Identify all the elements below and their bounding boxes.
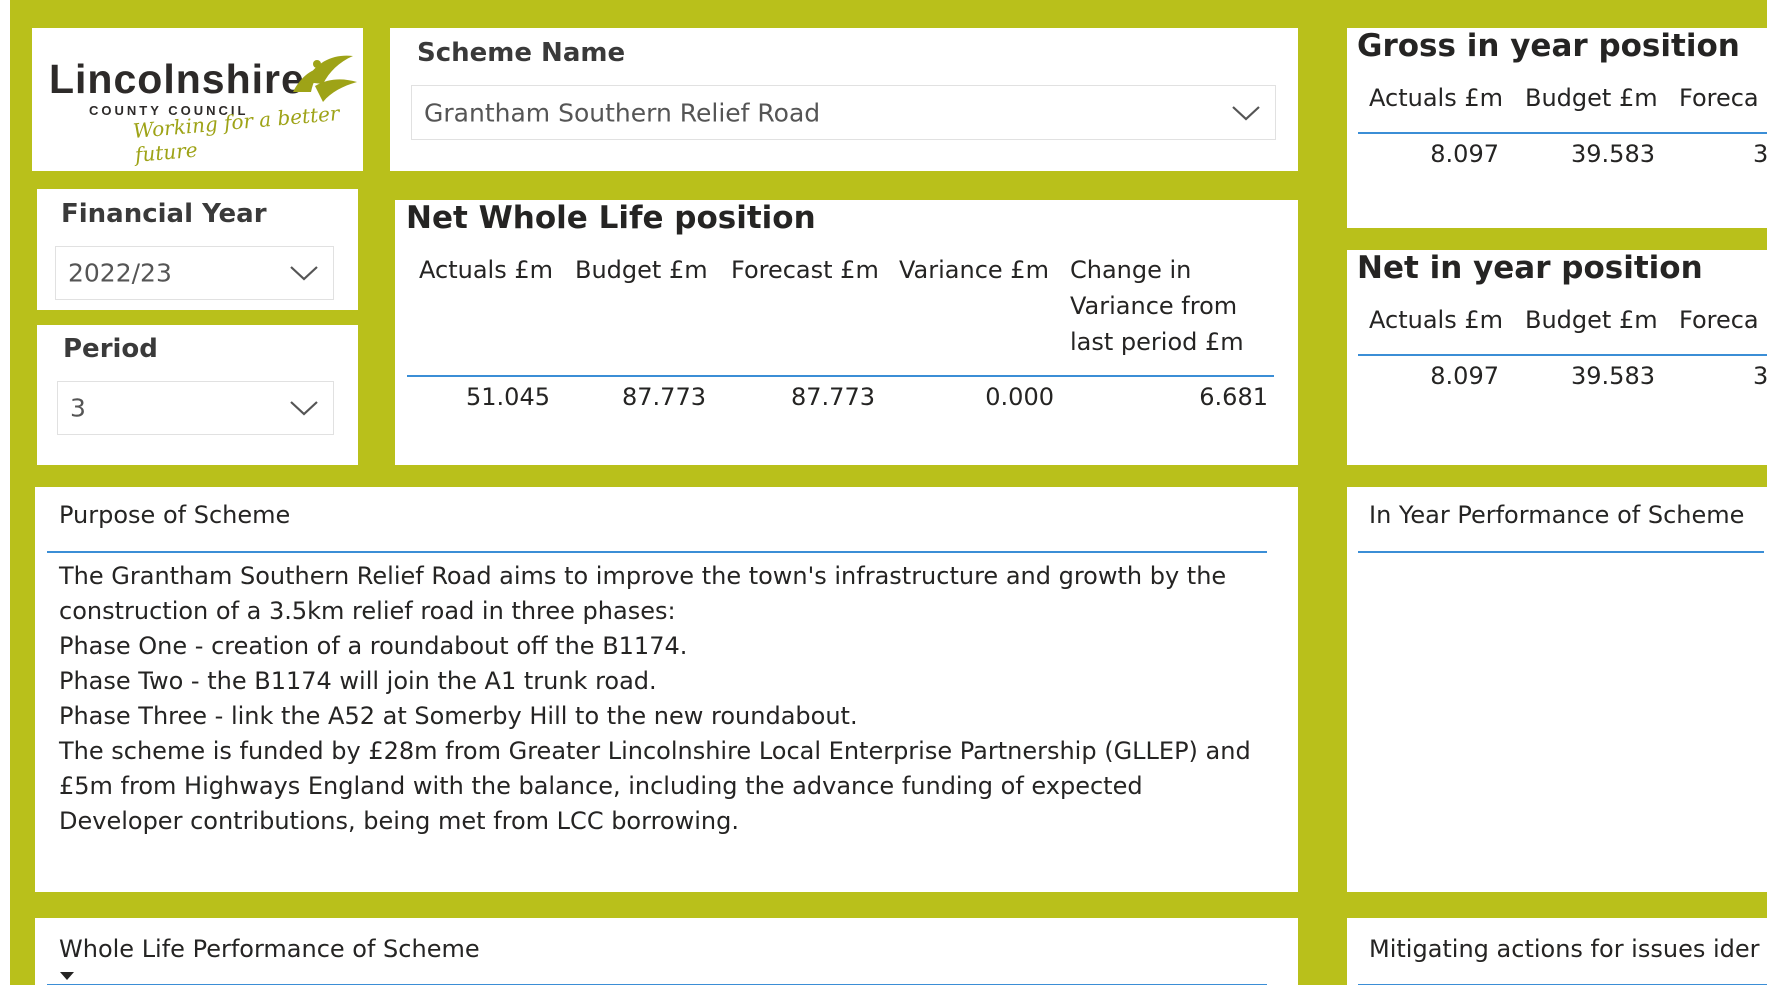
value-variance: 0.000	[985, 383, 1054, 411]
net-whole-life-card: Net Whole Life position Actuals £m Budge…	[395, 200, 1298, 465]
drop-down-arrow-icon[interactable]	[60, 972, 74, 980]
financial-year-value: 2022/23	[68, 258, 172, 288]
whole-life-performance-title: Whole Life Performance of Scheme	[59, 935, 480, 963]
purpose-line: Developer contributions, being met from …	[59, 807, 739, 835]
purpose-line: The scheme is funded by £28m from Greate…	[59, 737, 1251, 765]
header-actuals: Actuals £m	[1369, 306, 1503, 334]
header-variance: Variance £m	[899, 256, 1049, 284]
financial-year-dropdown[interactable]: 2022/23	[55, 246, 334, 300]
header-budget: Budget £m	[575, 256, 708, 284]
value-forecast: 3	[1753, 140, 1767, 168]
logo-card: Lincolnshire COUNTY COUNCIL Working for …	[32, 28, 363, 171]
gross-in-year-card: Gross in year position Actuals £m Budget…	[1347, 28, 1767, 228]
table-header-rule	[1358, 354, 1767, 356]
value-budget: 39.583	[1571, 362, 1655, 390]
header-change-line2: Variance from	[1070, 292, 1238, 320]
imp-emblem-icon	[293, 55, 357, 102]
period-title: Period	[63, 334, 158, 364]
purpose-line: Phase Three - link the A52 at Somerby Hi…	[59, 702, 858, 730]
header-forecast: Forecast £m	[731, 256, 879, 284]
scheme-name-title: Scheme Name	[417, 38, 626, 68]
financial-year-title: Financial Year	[61, 199, 267, 229]
title-rule	[47, 551, 1267, 553]
chevron-down-icon	[1232, 105, 1260, 120]
value-forecast: 3	[1753, 362, 1767, 390]
period-value: 3	[70, 393, 86, 423]
purpose-line: Phase One - creation of a roundabout off…	[59, 632, 688, 660]
purpose-card: Purpose of Scheme The Grantham Southern …	[35, 487, 1298, 892]
logo-name: Lincolnshire	[49, 56, 305, 102]
value-change: 6.681	[1199, 383, 1268, 411]
mitigating-actions-card: Mitigating actions for issues ider	[1347, 918, 1767, 985]
header-change-line3: last period £m	[1070, 328, 1244, 356]
table-header-rule	[407, 375, 1274, 377]
value-actuals: 8.097	[1430, 362, 1499, 390]
header-actuals: Actuals £m	[419, 256, 553, 284]
purpose-title: Purpose of Scheme	[59, 501, 291, 529]
header-actuals: Actuals £m	[1369, 84, 1503, 112]
in-year-performance-title: In Year Performance of Scheme	[1369, 501, 1745, 529]
header-forecast: Foreca	[1679, 84, 1759, 112]
net-whole-life-title: Net Whole Life position	[406, 200, 816, 236]
purpose-line: Phase Two - the B1174 will join the A1 t…	[59, 667, 657, 695]
value-actuals: 51.045	[466, 383, 550, 411]
value-actuals: 8.097	[1430, 140, 1499, 168]
net-in-year-title: Net in year position	[1357, 250, 1703, 286]
period-slicer: Period 3	[37, 325, 358, 465]
purpose-line: The Grantham Southern Relief Road aims t…	[59, 562, 1227, 590]
purpose-text: The Grantham Southern Relief Road aims t…	[59, 559, 1279, 839]
header-budget: Budget £m	[1525, 84, 1658, 112]
net-in-year-card: Net in year position Actuals £m Budget £…	[1347, 250, 1767, 465]
scheme-name-value: Grantham Southern Relief Road	[424, 98, 821, 127]
purpose-line: construction of a 3.5km relief road in t…	[59, 597, 676, 625]
financial-year-slicer: Financial Year 2022/23	[37, 189, 358, 310]
gross-in-year-title: Gross in year position	[1357, 28, 1740, 64]
scheme-name-dropdown[interactable]: Grantham Southern Relief Road	[411, 85, 1276, 140]
value-budget: 87.773	[622, 383, 706, 411]
report-canvas: Lincolnshire COUNTY COUNCIL Working for …	[0, 0, 1767, 985]
table-header-rule	[1358, 132, 1767, 134]
title-rule	[1358, 551, 1764, 553]
in-year-performance-card: In Year Performance of Scheme	[1347, 487, 1767, 892]
chevron-down-icon	[290, 401, 318, 416]
value-budget: 39.583	[1571, 140, 1655, 168]
scheme-name-slicer: Scheme Name Grantham Southern Relief Roa…	[390, 28, 1298, 171]
chevron-down-icon	[290, 266, 318, 281]
mitigating-actions-title: Mitigating actions for issues ider	[1369, 935, 1760, 963]
header-forecast: Foreca	[1679, 306, 1759, 334]
header-budget: Budget £m	[1525, 306, 1658, 334]
whole-life-performance-card: Whole Life Performance of Scheme	[35, 918, 1298, 985]
period-dropdown[interactable]: 3	[57, 381, 334, 435]
value-forecast: 87.773	[791, 383, 875, 411]
header-change-line1: Change in	[1070, 256, 1192, 284]
purpose-line: £5m from Highways England with the balan…	[59, 772, 1143, 800]
